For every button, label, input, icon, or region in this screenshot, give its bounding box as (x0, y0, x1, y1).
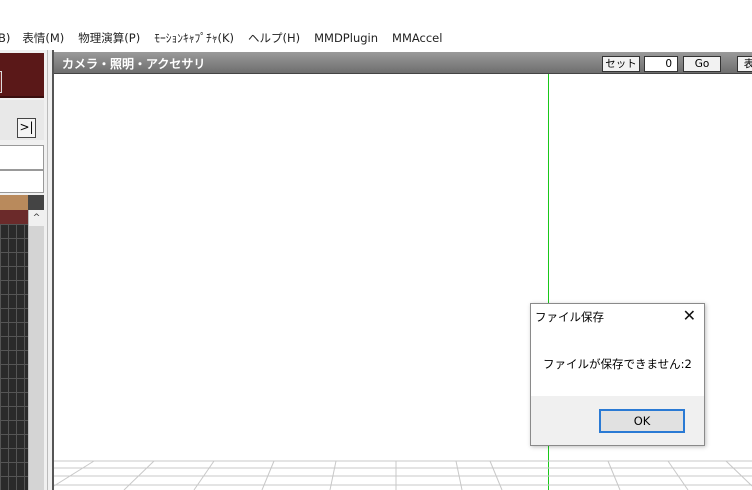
keyframe-grid-selected-row[interactable] (0, 210, 28, 224)
viewport-title: カメラ・照明・アクセサリ (62, 57, 206, 71)
timeline-header (0, 53, 44, 98)
timeline-field-1[interactable] (0, 145, 44, 170)
timeline-panel: >| ^ (0, 50, 47, 490)
menu-item-help[interactable]: ヘルプ(H) (248, 30, 300, 46)
dialog-title-bar[interactable]: ファイル保存 ✕ (531, 304, 704, 330)
mmd-window: B) 表情(M) 物理演算(P) ﾓｰｼｮﾝｷｬﾌﾟﾁｬ(K) ヘルプ(H) M… (0, 0, 752, 490)
scroll-up-icon[interactable]: ^ (29, 210, 44, 226)
menu-item-expression[interactable]: 表情(M) (22, 30, 64, 46)
timeline-ruler-end (28, 195, 44, 210)
jump-end-button[interactable]: >| (17, 118, 36, 138)
timeline-scrollbar[interactable]: ^ (28, 210, 44, 490)
set-button[interactable]: セット (602, 56, 640, 72)
floor-grid (54, 460, 752, 490)
timeline-field-2[interactable] (0, 170, 44, 193)
menu-item-mmaccel[interactable]: MMAccel (392, 31, 442, 45)
dialog-footer: OK (531, 396, 704, 445)
panel-splitter[interactable] (47, 50, 54, 490)
go-button[interactable]: Go (683, 56, 721, 72)
ok-button[interactable]: OK (599, 409, 685, 433)
menu-item-partial[interactable]: B) (0, 31, 10, 45)
file-save-dialog: ファイル保存 ✕ ファイルが保存できません:2 OK (530, 303, 705, 446)
menu-item-mmdplugin[interactable]: MMDPlugin (314, 31, 378, 45)
frame-number-input[interactable]: 0 (644, 56, 678, 72)
timeline-ruler (0, 195, 28, 210)
close-icon[interactable]: ✕ (683, 306, 696, 326)
keyframe-grid[interactable] (0, 210, 28, 490)
menu-bar: B) 表情(M) 物理演算(P) ﾓｰｼｮﾝｷｬﾌﾟﾁｬ(K) ヘルプ(H) M… (0, 28, 752, 48)
menu-item-motion-capture[interactable]: ﾓｰｼｮﾝｷｬﾌﾟﾁｬ(K) (154, 30, 234, 46)
viewport-title-bar: カメラ・照明・アクセサリ セット 0 Go 表 (54, 52, 752, 74)
menu-item-physics[interactable]: 物理演算(P) (78, 30, 140, 46)
dialog-title: ファイル保存 (535, 310, 604, 324)
toolbar-button-partial[interactable]: 表 (737, 56, 752, 72)
timeline-header-button[interactable] (0, 71, 2, 93)
dialog-message: ファイルが保存できません:2 (543, 357, 692, 371)
